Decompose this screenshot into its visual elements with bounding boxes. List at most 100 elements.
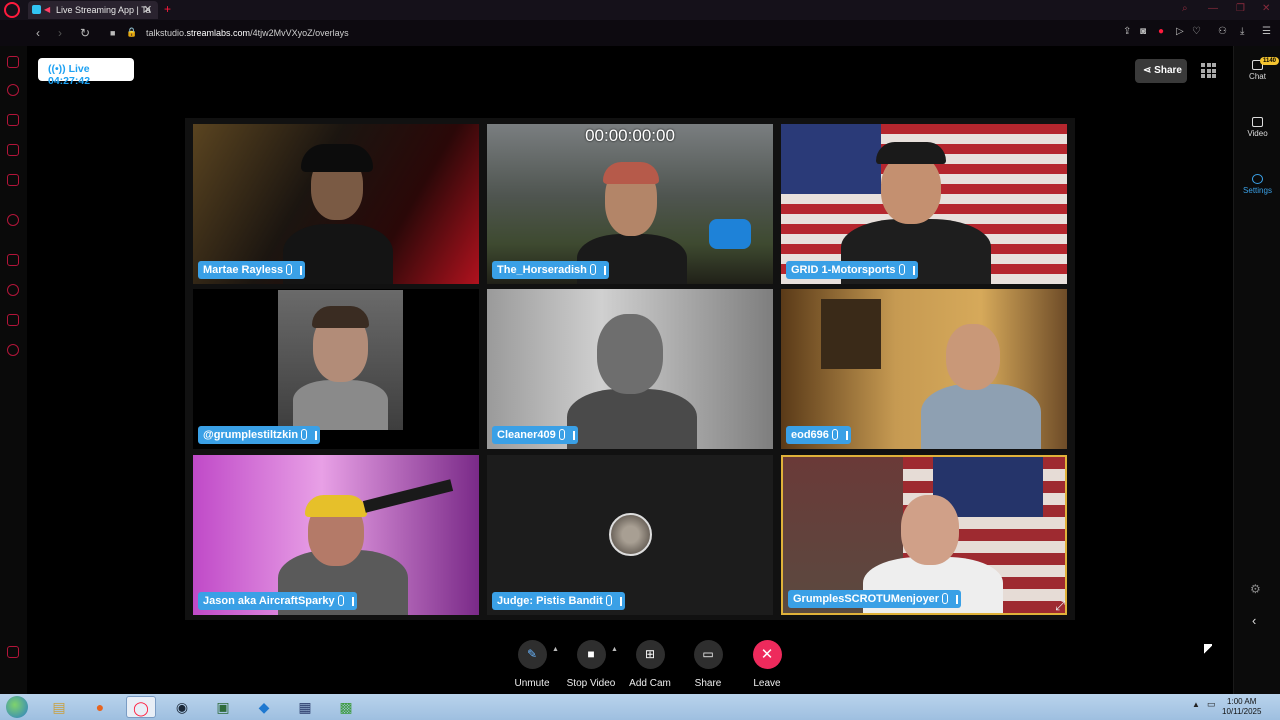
maximize-icon[interactable]: ❐	[1236, 3, 1245, 14]
twitch-icon[interactable]	[7, 144, 19, 156]
participant-tile[interactable]: Cleaner409	[487, 289, 773, 449]
url-domain: streamlabs.com	[186, 28, 251, 38]
opera-sidebar	[0, 46, 27, 694]
mic-icon	[589, 264, 596, 275]
share-screen-button[interactable]: ▭ Share	[678, 640, 738, 689]
stop-video-button[interactable]: ■ Stop Video ▲	[561, 640, 621, 689]
video-icon	[1252, 117, 1263, 127]
unmute-button[interactable]: ✎ Unmute ▲	[502, 640, 562, 689]
new-tab-icon[interactable]: +	[164, 2, 171, 16]
app-c-icon[interactable]: ▣	[208, 696, 238, 718]
video-options-caret-icon[interactable]: ▲	[611, 646, 618, 653]
stop-video-label: Stop Video	[566, 678, 616, 689]
tray-expand-icon[interactable]: ▲	[1192, 700, 1200, 709]
vscode-icon[interactable]: ◆	[249, 696, 279, 718]
mic-icon	[558, 429, 565, 440]
speed-dial-icon[interactable]	[7, 84, 19, 96]
opera-logo-icon[interactable]	[4, 2, 20, 18]
mic-icon	[605, 595, 612, 606]
settings-label: Settings	[1243, 186, 1272, 195]
clock-time: 1:00 AM	[1227, 697, 1257, 706]
browser-tab[interactable]: ◀ Live Streaming App | Ta	[28, 1, 158, 19]
discord-icon[interactable]	[7, 174, 19, 186]
music-icon[interactable]	[7, 214, 19, 226]
profile-icon[interactable]: ⚇	[1218, 26, 1227, 37]
audio-playing-icon[interactable]: ◀	[44, 5, 52, 14]
settings-tab[interactable]: Settings	[1234, 174, 1280, 195]
shopping-icon[interactable]	[7, 114, 19, 126]
participant-name-tag: GrumplesSCROTUMenjoyer	[788, 590, 962, 608]
signal-icon	[599, 266, 606, 275]
close-window-icon[interactable]: ✕	[1262, 3, 1270, 14]
chevron-left-icon[interactable]: ‹	[1252, 613, 1256, 628]
participant-tile[interactable]: Judge: Pistis Bandit	[487, 455, 773, 615]
settings-icon[interactable]	[7, 344, 19, 356]
participant-avatar	[609, 513, 652, 556]
participant-tile[interactable]: Martae Rayless	[193, 124, 479, 284]
share-page-icon[interactable]: ⇪	[1123, 26, 1131, 37]
back-icon[interactable]: ‹	[36, 26, 40, 40]
share-label: Share	[1154, 65, 1182, 76]
mic-options-caret-icon[interactable]: ▲	[552, 646, 559, 653]
opera-gx-icon[interactable]: ◯	[126, 696, 156, 718]
app-tools-icon[interactable]: ▩	[331, 696, 361, 718]
participant-tile[interactable]: 00:00:00:00 The_Horseradish	[487, 124, 773, 284]
add-camera-icon: ⊞	[635, 640, 665, 669]
lock-icon[interactable]: 🔒	[126, 27, 137, 38]
close-icon: ✕	[752, 640, 782, 669]
heart-icon[interactable]: ♡	[1192, 26, 1201, 37]
participant-tile[interactable]: GRID 1-Motorsports	[781, 124, 1067, 284]
mic-icon	[286, 264, 293, 275]
signal-icon	[295, 266, 303, 275]
unmute-label: Unmute	[514, 678, 550, 689]
signal-icon	[615, 597, 622, 606]
firefox-icon[interactable]: ●	[85, 696, 115, 718]
monitor-icon: ▭	[693, 640, 723, 669]
settings-gear-icon	[1252, 174, 1263, 184]
participant-tile[interactable]: eod696	[781, 289, 1067, 449]
camera-permission-icon[interactable]: ■	[110, 28, 115, 38]
participant-tile[interactable]: @grumplestiltzkin	[193, 289, 479, 449]
fullscreen-expand-icon[interactable]: ⤢	[1055, 598, 1065, 614]
forward-icon[interactable]: ›	[58, 26, 62, 40]
participant-tile[interactable]: Jason aka AircraftSparky	[193, 455, 479, 615]
send-icon[interactable]: ▷	[1176, 26, 1184, 37]
search-tabs-icon[interactable]: ⌕	[1182, 3, 1188, 14]
mic-muted-icon	[831, 429, 838, 440]
reload-icon[interactable]: ↻	[80, 26, 90, 40]
live-status-badge: ((•)) Live 04:27:42	[38, 58, 134, 87]
video-tab[interactable]: Video	[1234, 117, 1280, 138]
gear-icon[interactable]: ⚙	[1250, 582, 1261, 596]
opera-vpn-icon[interactable]: ●	[1158, 26, 1164, 37]
leave-button[interactable]: ✕ Leave	[737, 640, 797, 689]
participant-name-tag: Cleaner409	[492, 426, 578, 444]
minimize-icon[interactable]: —	[1208, 3, 1218, 14]
file-explorer-icon[interactable]: ▤	[44, 696, 74, 718]
gx-control-icon[interactable]	[7, 646, 19, 658]
steam-icon[interactable]: ◉	[167, 696, 197, 718]
url-field[interactable]: talkstudio.streamlabs.com/4tjw2MvVXyoZ/o…	[146, 28, 349, 38]
start-button[interactable]	[6, 696, 28, 718]
network-icon[interactable]: ▭	[1207, 699, 1216, 710]
add-cam-button[interactable]: ⊞ Add Cam	[620, 640, 680, 689]
extensions-icon[interactable]	[7, 314, 19, 326]
url-prefix: talkstudio.	[146, 28, 187, 38]
edit-icon[interactable]	[7, 254, 19, 266]
leave-label: Leave	[753, 678, 781, 689]
participant-tile-active-speaker[interactable]: GrumplesSCROTUMenjoyer	[781, 455, 1067, 615]
download-icon[interactable]: ⤓	[1240, 26, 1244, 37]
taskbar-clock[interactable]: 1:00 AM 10/11/2025	[1222, 697, 1261, 717]
games-icon[interactable]	[7, 56, 19, 68]
browser-tab-bar: ◀ Live Streaming App | Ta ✕ + ⌕ — ❐ ✕	[0, 0, 1280, 20]
chat-tab[interactable]: 1140 Chat	[1234, 57, 1280, 81]
signal-icon	[908, 266, 915, 275]
menu-icon[interactable]: ☰	[1262, 26, 1271, 37]
clock-date: 10/11/2025	[1222, 707, 1262, 716]
history-icon[interactable]	[7, 284, 19, 296]
signal-icon	[568, 431, 575, 440]
layout-grid-icon[interactable]	[1201, 63, 1216, 78]
share-button-top[interactable]: ⋖ Share	[1135, 59, 1187, 83]
snapshot-icon[interactable]: ◙	[1140, 26, 1146, 37]
app-n-icon[interactable]: ▦	[290, 696, 320, 718]
close-tab-icon[interactable]: ✕	[143, 3, 152, 16]
